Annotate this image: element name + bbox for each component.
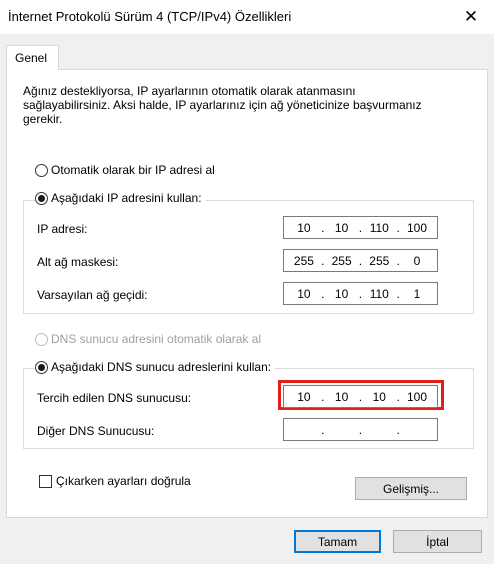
validate-checkbox-label: Çıkarken ayarları doğrula <box>56 474 191 488</box>
octet-dot: . <box>321 422 325 437</box>
dns-auto-label: DNS sunucu adresini otomatik olarak al <box>51 332 262 346</box>
octet: 10 <box>297 286 311 301</box>
cancel-button[interactable]: İptal <box>393 530 482 553</box>
octet-dot: . <box>358 389 363 404</box>
dns-auto-radio-indicator <box>35 332 48 346</box>
octet: 255 <box>331 253 352 268</box>
default-gateway-input[interactable]: 10. 10. 110. 1 <box>283 282 438 305</box>
ip-address-label: IP adresi: <box>37 222 88 236</box>
ip-auto-radio[interactable]: Otomatik olarak bir IP adresi al <box>35 163 219 177</box>
alternate-dns-input[interactable]: . . . <box>283 418 438 441</box>
ip-manual-label: Aşağıdaki IP adresini kullan: <box>51 191 202 205</box>
advanced-button[interactable]: Gelişmiş... <box>355 477 467 500</box>
octet-dot: . <box>396 220 400 235</box>
intro-text: Ağınız destekliyorsa, IP ayarlarının oto… <box>23 84 422 126</box>
ip-auto-radio-indicator <box>35 163 48 177</box>
dns-manual-radio-indicator <box>35 360 48 374</box>
window-title: İnternet Protokolü Sürüm 4 (TCP/IPv4) Öz… <box>8 9 292 24</box>
octet-dot: . <box>358 422 363 437</box>
ip-address-input[interactable]: 10. 10. 110. 100 <box>283 216 438 239</box>
tab-general[interactable]: Genel <box>6 45 59 70</box>
ip-auto-label: Otomatik olarak bir IP adresi al <box>51 163 215 177</box>
octet: 255 <box>369 253 390 268</box>
octet: 10 <box>334 220 349 235</box>
octet-dot: . <box>396 286 400 301</box>
octet: 110 <box>369 220 389 235</box>
octet: 0 <box>413 253 421 268</box>
alternate-dns-label: Diğer DNS Sunucusu: <box>37 424 155 438</box>
close-button[interactable]: ✕ <box>448 0 494 34</box>
ok-button-label: Tamam <box>317 534 358 549</box>
ip-manual-radio-indicator <box>35 191 48 205</box>
octet-dot: . <box>321 389 325 404</box>
octet-dot: . <box>396 389 400 404</box>
subnet-mask-input[interactable]: 255. 255. 255. 0 <box>283 249 438 272</box>
preferred-dns-input[interactable]: 10. 10. 10. 100 <box>283 385 438 408</box>
dns-manual-label: Aşağıdaki DNS sunucu adreslerini kullan: <box>51 360 272 374</box>
octet-dot: . <box>396 253 400 268</box>
octet: 110 <box>369 286 389 301</box>
ip-manual-radio[interactable]: Aşağıdaki IP adresini kullan: <box>35 191 206 205</box>
octet: 10 <box>297 220 311 235</box>
validate-on-exit-checkbox[interactable]: Çıkarken ayarları doğrula <box>39 474 195 488</box>
close-icon: ✕ <box>463 7 479 26</box>
cancel-button-label: İptal <box>426 534 449 549</box>
octet-dot: . <box>358 220 363 235</box>
octet-dot: . <box>321 253 325 268</box>
title-bar: İnternet Protokolü Sürüm 4 (TCP/IPv4) Öz… <box>0 0 494 34</box>
octet-dot: . <box>358 286 363 301</box>
octet: 10 <box>372 389 386 404</box>
dns-auto-radio[interactable]: DNS sunucu adresini otomatik olarak al <box>35 332 266 346</box>
general-panel: Ağınız destekliyorsa, IP ayarlarının oto… <box>6 69 488 518</box>
octet: 10 <box>334 286 349 301</box>
subnet-mask-label: Alt ağ maskesi: <box>37 255 119 269</box>
advanced-button-label: Gelişmiş... <box>382 481 439 496</box>
octet: 1 <box>413 286 421 301</box>
validate-checkbox-box <box>39 474 52 488</box>
dns-manual-radio[interactable]: Aşağıdaki DNS sunucu adreslerini kullan: <box>35 360 276 374</box>
ok-button[interactable]: Tamam <box>294 530 381 553</box>
octet: 100 <box>406 220 427 235</box>
octet: 10 <box>297 389 311 404</box>
preferred-dns-label: Tercih edilen DNS sunucusu: <box>37 391 192 405</box>
octet: 255 <box>293 253 314 268</box>
octet-dot: . <box>321 220 325 235</box>
octet-dot: . <box>358 253 363 268</box>
tcpip-properties-dialog: İnternet Protokolü Sürüm 4 (TCP/IPv4) Öz… <box>0 0 494 564</box>
octet-dot: . <box>321 286 325 301</box>
octet-dot: . <box>396 422 400 437</box>
octet: 100 <box>406 389 427 404</box>
tab-general-label: Genel <box>15 51 48 65</box>
octet: 10 <box>334 389 349 404</box>
default-gateway-label: Varsayılan ağ geçidi: <box>37 288 148 302</box>
